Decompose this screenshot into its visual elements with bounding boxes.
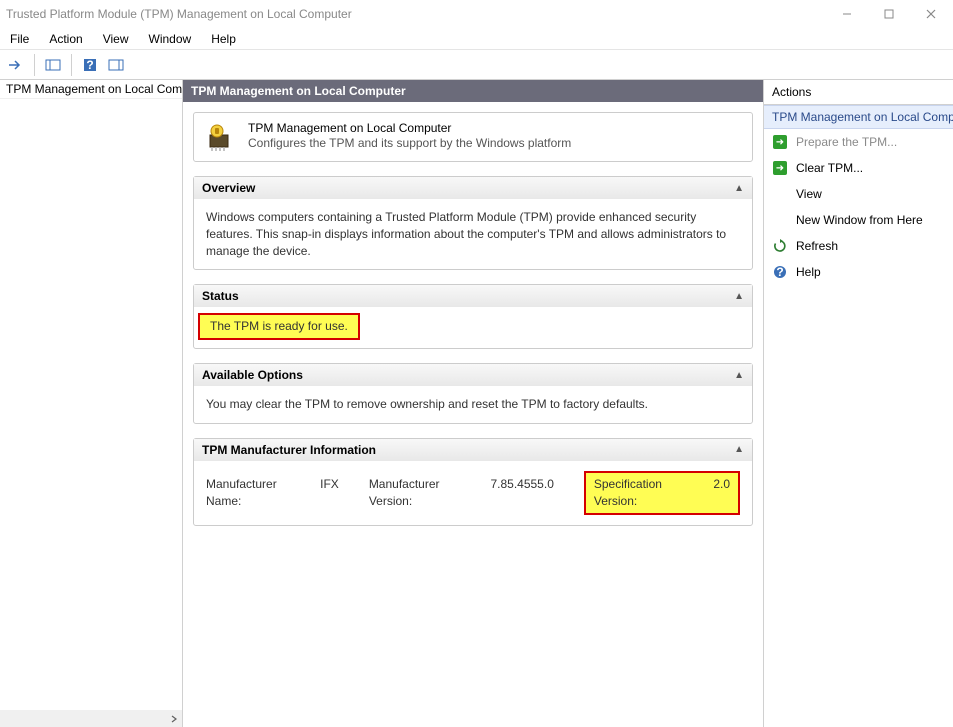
workspace: TPM Management on Local Comp TPM Managem… [0,80,953,727]
status-section: Status ▲ The TPM is ready for use. [193,284,753,349]
overview-title: Overview [202,181,255,195]
arrow-right-icon: ➜ [772,160,788,176]
action-view[interactable]: View [764,181,953,207]
overview-body: Windows computers containing a Trusted P… [194,199,752,269]
help-icon: ? [772,264,788,280]
minimize-button[interactable] [835,4,859,24]
manufacturer-version-pair: Manufacturer Version: 7.85.4555.0 [369,476,554,510]
tree-pane: TPM Management on Local Comp [0,80,183,727]
status-body: The TPM is ready for use. [194,307,752,348]
actions-subtitle: TPM Management on Local Compu [764,105,953,129]
manufacturer-name-label: Manufacturer Name: [206,476,314,510]
intro-box: TPM Management on Local Computer Configu… [193,112,753,162]
toolbar-separator [71,54,72,76]
action-newwin-label: New Window from Here [796,213,923,227]
action-refresh[interactable]: Refresh [764,233,953,259]
center-header: TPM Management on Local Computer [183,80,763,102]
blank-icon [772,212,788,228]
center-body: TPM Management on Local Computer Configu… [183,102,763,550]
menu-bar: File Action View Window Help [0,28,953,50]
manufacturer-header[interactable]: TPM Manufacturer Information ▲ [194,439,752,461]
manufacturer-body: Manufacturer Name: IFX Manufacturer Vers… [194,461,752,525]
action-refresh-label: Refresh [796,239,838,253]
actions-title: Actions [764,80,953,105]
menu-action[interactable]: Action [39,30,92,48]
menu-file[interactable]: File [0,30,39,48]
specification-version-value: 2.0 [713,476,730,510]
specification-version-label: Specification Version: [594,476,707,510]
toolbar-separator [34,54,35,76]
title-bar: Trusted Platform Module (TPM) Management… [0,0,953,28]
collapse-icon: ▲ [734,291,744,302]
action-clear-tpm[interactable]: ➜ Clear TPM... [764,155,953,181]
action-help-label: Help [796,265,821,279]
intro-title: TPM Management on Local Computer [248,121,571,135]
options-section: Available Options ▲ You may clear the TP… [193,363,753,424]
arrow-right-icon: ➜ [772,134,788,150]
tree-item-tpm-root[interactable]: TPM Management on Local Comp [0,80,182,99]
tpm-chip-icon [204,121,236,153]
status-title: Status [202,289,239,303]
help-button[interactable]: ? [78,53,102,77]
show-hide-console-tree-button[interactable] [41,53,65,77]
options-body: You may clear the TPM to remove ownershi… [194,386,752,423]
scroll-right-button[interactable] [165,710,182,727]
toolbar: ? [0,50,953,80]
collapse-icon: ▲ [734,183,744,194]
manufacturer-row: Manufacturer Name: IFX Manufacturer Vers… [206,471,740,515]
status-header[interactable]: Status ▲ [194,285,752,307]
manufacturer-name-value: IFX [320,476,339,510]
collapse-icon: ▲ [734,370,744,381]
manufacturer-title: TPM Manufacturer Information [202,443,376,457]
manufacturer-version-label: Manufacturer Version: [369,476,485,510]
center-pane: TPM Management on Local Computer TPM [183,80,763,727]
svg-text:?: ? [86,58,93,72]
action-new-window[interactable]: New Window from Here [764,207,953,233]
show-hide-action-pane-button[interactable] [104,53,128,77]
refresh-icon [772,238,788,254]
manufacturer-name-pair: Manufacturer Name: IFX [206,476,339,510]
intro-subtitle: Configures the TPM and its support by th… [248,136,571,150]
intro-text: TPM Management on Local Computer Configu… [248,121,571,153]
maximize-button[interactable] [877,4,901,24]
action-clear-label: Clear TPM... [796,161,863,175]
actions-pane: Actions TPM Management on Local Compu ➜ … [763,80,953,727]
manufacturer-section: TPM Manufacturer Information ▲ Manufactu… [193,438,753,526]
options-title: Available Options [202,368,303,382]
action-prepare-tpm[interactable]: ➜ Prepare the TPM... [764,129,953,155]
window-controls [835,4,949,24]
forward-button[interactable] [4,53,28,77]
action-prepare-label: Prepare the TPM... [796,135,897,149]
tree-horizontal-scrollbar[interactable] [0,710,182,727]
action-help[interactable]: ? Help [764,259,953,285]
menu-view[interactable]: View [93,30,139,48]
menu-window[interactable]: Window [139,30,202,48]
overview-section: Overview ▲ Windows computers containing … [193,176,753,270]
blank-icon [772,186,788,202]
options-header[interactable]: Available Options ▲ [194,364,752,386]
overview-header[interactable]: Overview ▲ [194,177,752,199]
specification-version-pair: Specification Version: 2.0 [584,471,740,515]
action-view-label: View [796,187,822,201]
menu-help[interactable]: Help [201,30,246,48]
svg-text:?: ? [776,265,783,279]
window-title: Trusted Platform Module (TPM) Management… [4,7,352,21]
collapse-icon: ▲ [734,444,744,455]
manufacturer-version-value: 7.85.4555.0 [490,476,553,510]
status-message: The TPM is ready for use. [198,313,360,340]
close-button[interactable] [919,4,943,24]
